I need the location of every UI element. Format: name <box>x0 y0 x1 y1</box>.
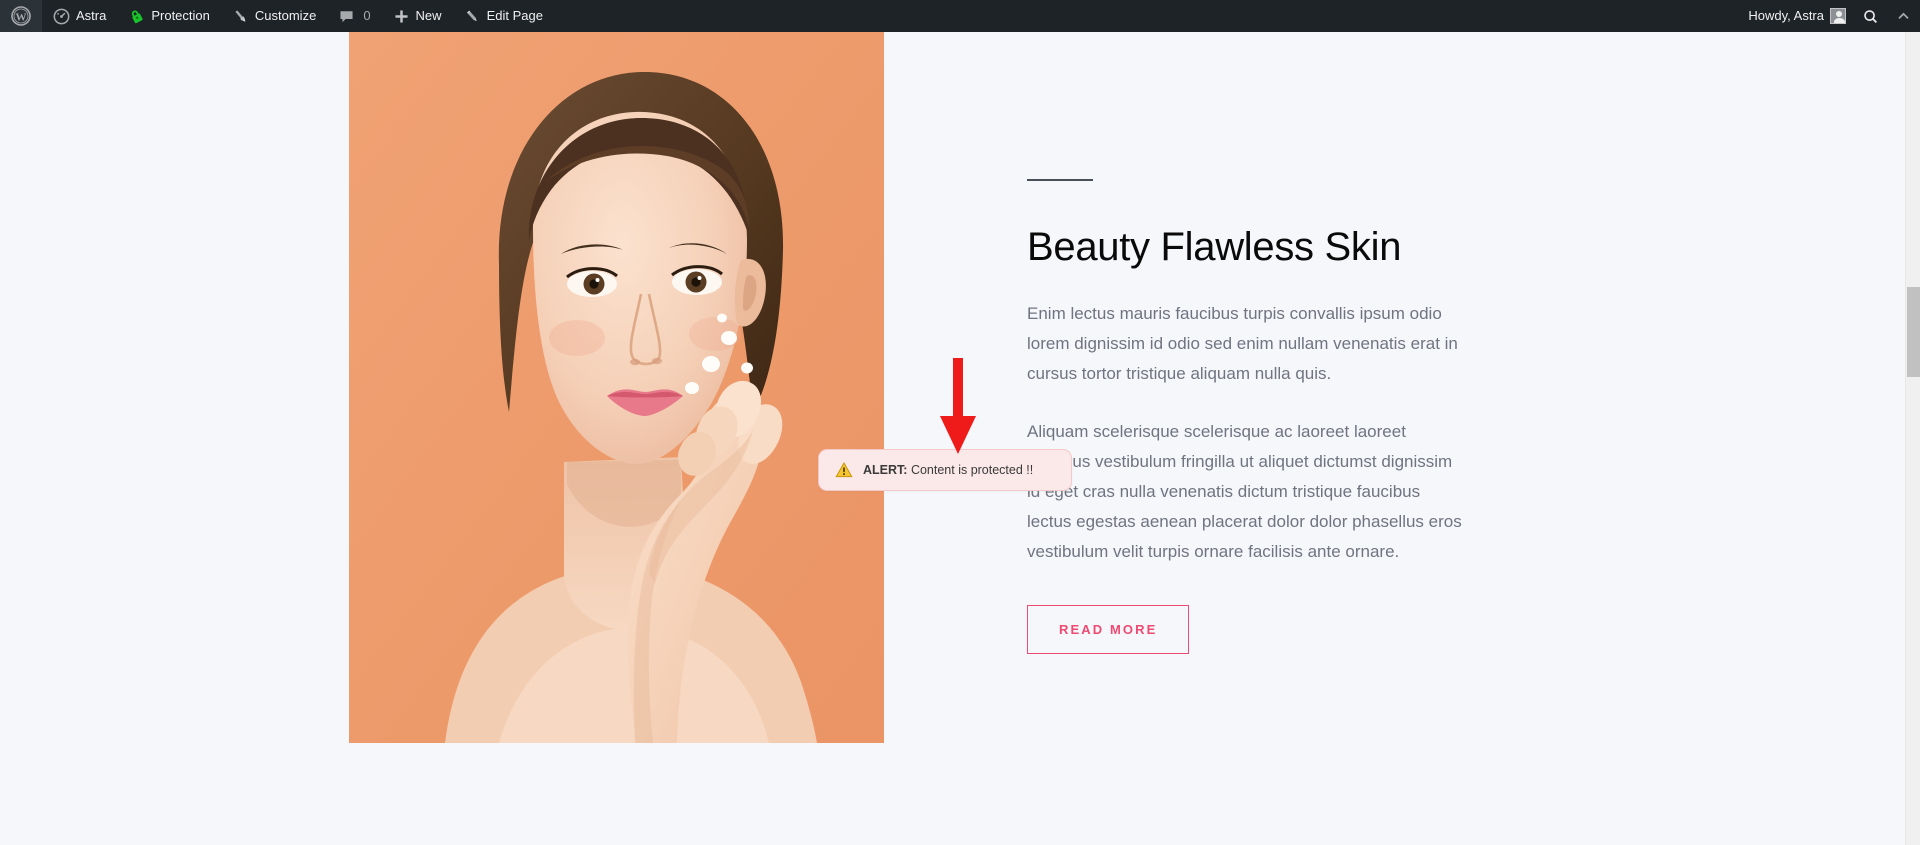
admin-bar-item-label: Customize <box>254 8 317 23</box>
paintbrush-icon <box>232 8 249 25</box>
alert-message: ALERT: Content is protected !! <box>863 463 1033 477</box>
comment-count: 0 <box>363 8 371 23</box>
red-down-arrow-icon <box>938 358 978 458</box>
user-avatar-icon <box>1830 8 1846 24</box>
admin-bar-my-account[interactable]: Howdy, Astra <box>1740 0 1854 32</box>
admin-bar-collapse-button[interactable] <box>1887 0 1920 32</box>
admin-bar-item-customize[interactable]: Customize <box>221 0 327 32</box>
vertical-scrollbar-track[interactable] <box>1905 32 1920 845</box>
dashboard-speedometer-icon <box>53 8 70 25</box>
hero-copy-column: Beauty Flawless Skin Enim lectus mauris … <box>1027 179 1487 654</box>
admin-bar-item-comments[interactable]: 0 <box>327 0 381 32</box>
admin-bar-search-button[interactable] <box>1854 0 1887 32</box>
admin-bar-wp-logo[interactable]: W <box>0 0 42 32</box>
warning-triangle-icon <box>835 461 853 479</box>
hero-accent-divider <box>1027 179 1093 181</box>
hero-image <box>349 32 884 743</box>
comment-bubble-icon <box>338 8 355 25</box>
plus-icon <box>393 8 410 25</box>
svg-text:W: W <box>16 12 27 24</box>
admin-bar-item-edit-page[interactable]: Edit Page <box>453 0 554 32</box>
admin-bar-item-protection[interactable]: Protection <box>117 0 221 32</box>
admin-bar-item-label: Protection <box>151 8 210 23</box>
admin-bar-right-group: Howdy, Astra <box>1740 0 1920 32</box>
wp-admin-bar: W Astra Protection Customize 0 New Edit … <box>0 0 1920 32</box>
pencil-icon <box>464 8 481 25</box>
admin-bar-item-label: Edit Page <box>486 8 543 23</box>
page-title: Beauty Flawless Skin <box>1027 225 1402 269</box>
read-more-button[interactable]: READ MORE <box>1027 605 1190 654</box>
admin-bar-item-new[interactable]: New <box>382 0 453 32</box>
search-icon <box>1862 8 1879 25</box>
admin-bar-spacer <box>554 0 1740 32</box>
alert-prefix: ALERT: <box>863 463 908 477</box>
alert-body: Content is protected !! <box>910 463 1034 477</box>
hero-paragraph-2: Aliquam scelerisque scelerisque ac laore… <box>1027 422 1462 561</box>
howdy-greeting: Howdy, Astra <box>1748 8 1824 23</box>
admin-bar-item-label: Astra <box>76 8 107 23</box>
chevron-up-icon <box>1895 8 1912 25</box>
woman-skincare-photo <box>349 32 884 743</box>
hero-paragraph-1: Enim lectus mauris faucibus turpis conva… <box>1027 304 1458 383</box>
admin-bar-item-label: New <box>415 8 442 23</box>
green-lock-shield-icon <box>128 8 145 25</box>
vertical-scrollbar-thumb[interactable] <box>1907 287 1920 377</box>
page-canvas: Beauty Flawless Skin Enim lectus mauris … <box>0 32 1905 845</box>
admin-bar-left-group: W Astra Protection Customize 0 New Edit … <box>0 0 554 32</box>
wordpress-logo-icon: W <box>11 6 31 26</box>
admin-bar-item-astra[interactable]: Astra <box>42 0 117 32</box>
